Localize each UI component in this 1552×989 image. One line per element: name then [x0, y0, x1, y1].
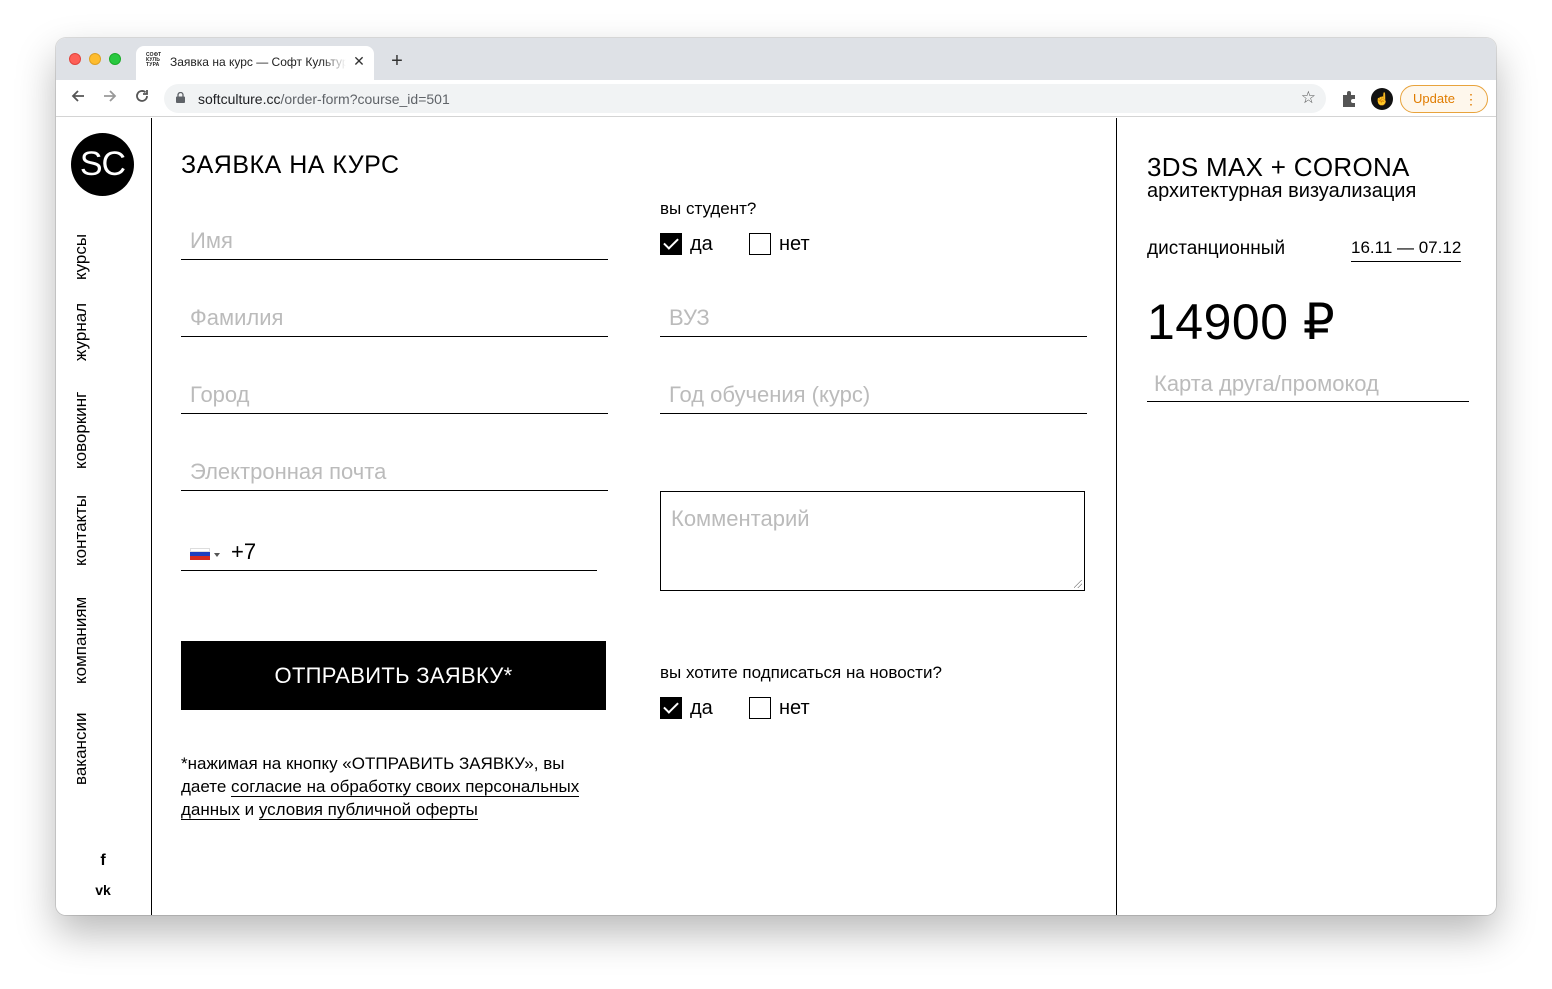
order-form: ЗАЯВКА НА КУРС Имя Фамилия Город Электро…: [152, 118, 1116, 915]
nav-item-courses[interactable]: курсы: [71, 228, 114, 280]
minimize-window-button[interactable]: [89, 53, 101, 65]
student-no-checkbox[interactable]: [749, 233, 771, 255]
resize-handle-icon[interactable]: [1074, 580, 1082, 588]
back-arrow-icon[interactable]: [66, 86, 90, 110]
name-field[interactable]: Имя: [181, 220, 608, 260]
student-no-option[interactable]: нет: [749, 232, 819, 256]
nav-item-vacancies[interactable]: вакансии: [71, 703, 114, 785]
student-question: вы студент?: [660, 199, 757, 218]
url-text: softculture.cc/order-form?course_id=501: [198, 91, 450, 107]
course-name: 3DS MAX + CORONA: [1147, 152, 1410, 182]
tab-title: Заявка на курс — Софт Культура: [170, 55, 346, 69]
newsletter-yes-checkbox[interactable]: [660, 697, 682, 719]
course-price: 14900 ₽: [1147, 294, 1336, 350]
surname-field[interactable]: Фамилия: [181, 297, 608, 337]
chevron-down-icon[interactable]: [214, 553, 220, 557]
newsletter-question: вы хотите подписаться на новости?: [660, 663, 942, 682]
university-field[interactable]: ВУЗ: [660, 297, 1087, 337]
close-window-button[interactable]: [69, 53, 81, 65]
logo[interactable]: SC: [71, 133, 134, 196]
newsletter-no-checkbox[interactable]: [749, 697, 771, 719]
bookmark-star-icon[interactable]: ☆: [1301, 88, 1316, 108]
lock-icon: [176, 92, 185, 103]
browser-window: СОФТ КУЛЬ ТУРА Заявка на курс — Софт Кул…: [56, 38, 1496, 915]
maximize-window-button[interactable]: [109, 53, 121, 65]
nav-item-coworking[interactable]: коворкинг: [71, 380, 114, 469]
sidebar: SC курсы журнал коворкинг контакты компа…: [56, 118, 152, 915]
facebook-icon[interactable]: f: [93, 852, 113, 872]
profile-avatar[interactable]: ☝: [1371, 88, 1393, 110]
nav-item-companies[interactable]: компаниям: [71, 585, 114, 684]
study-year-field[interactable]: Год обучения (курс): [660, 374, 1087, 414]
course-dates[interactable]: 16.11 — 07.12: [1351, 238, 1462, 262]
page-content: SC курсы журнал коворкинг контакты компа…: [56, 118, 1496, 915]
promo-code-field[interactable]: Карта друга/промокод: [1147, 363, 1469, 402]
course-subtitle: архитектурная визуализация: [1147, 180, 1417, 202]
new-tab-button[interactable]: +: [386, 50, 408, 72]
phone-field[interactable]: +7: [181, 531, 597, 571]
email-field[interactable]: Электронная почта: [181, 451, 608, 491]
active-tab[interactable]: СОФТ КУЛЬ ТУРА Заявка на курс — Софт Кул…: [136, 46, 374, 80]
legal-note: *нажимая на кнопку «ОТПРАВИТЬ ЗАЯВКУ», в…: [181, 754, 580, 820]
comment-textarea[interactable]: Комментарий: [660, 491, 1085, 591]
tab-strip: СОФТ КУЛЬ ТУРА Заявка на курс — Софт Кул…: [56, 38, 1496, 80]
tab-close-icon[interactable]: ✕: [350, 52, 368, 70]
reload-icon[interactable]: [130, 86, 154, 110]
page-title: ЗАЯВКА НА КУРС: [181, 151, 400, 179]
offer-link[interactable]: условия публичной оферты: [258, 800, 478, 820]
favicon-icon: СОФТ КУЛЬ ТУРА: [146, 52, 162, 68]
update-button[interactable]: Update ⋮: [1400, 85, 1488, 113]
russia-flag-icon[interactable]: [190, 548, 210, 560]
more-icon: ⋮: [1464, 91, 1478, 107]
newsletter-no-option[interactable]: нет: [749, 696, 819, 720]
student-yes-checkbox[interactable]: [660, 233, 682, 255]
student-yes-option[interactable]: да: [660, 232, 720, 256]
browser-toolbar: softculture.cc/order-form?course_id=501 …: [56, 80, 1496, 117]
nav-item-contacts[interactable]: контакты: [71, 488, 114, 566]
newsletter-yes-option[interactable]: да: [660, 696, 720, 720]
course-format: дистанционный: [1147, 238, 1286, 259]
city-field[interactable]: Город: [181, 374, 608, 414]
extensions-puzzle-icon[interactable]: [1339, 89, 1359, 109]
nav-item-journal[interactable]: журнал: [71, 298, 114, 361]
submit-button[interactable]: ОТПРАВИТЬ ЗАЯВКУ*: [181, 641, 606, 710]
forward-arrow-icon[interactable]: [98, 86, 122, 110]
address-bar[interactable]: softculture.cc/order-form?course_id=501 …: [164, 84, 1326, 113]
course-summary: 3DS MAX + CORONA архитектурная визуализа…: [1116, 118, 1496, 915]
vk-icon[interactable]: vk: [93, 882, 113, 902]
